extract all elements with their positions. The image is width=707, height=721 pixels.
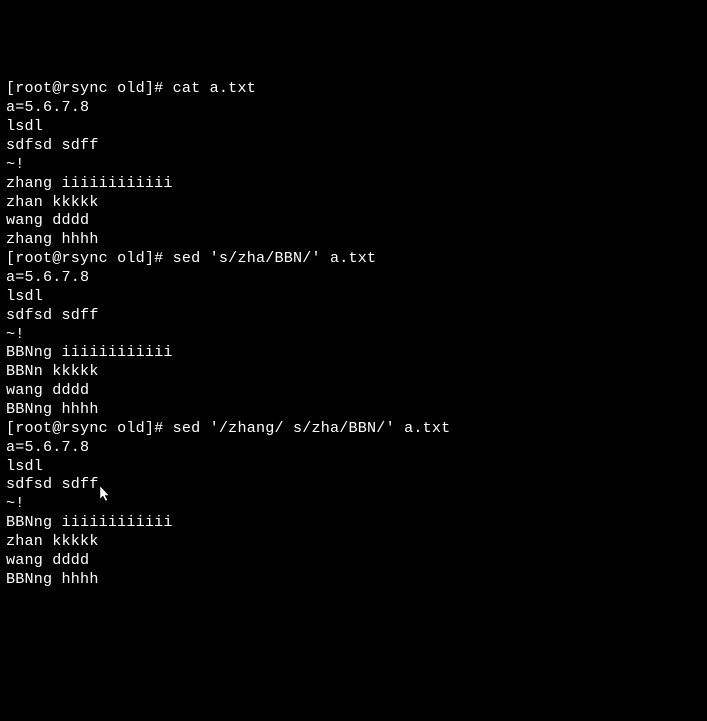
terminal-line: a=5.6.7.8: [6, 268, 701, 287]
terminal-line: [root@rsync old]# sed '/zhang/ s/zha/BBN…: [6, 419, 701, 438]
terminal-line: sdfsd sdff: [6, 475, 701, 494]
terminal-line: BBNng hhhh: [6, 570, 701, 589]
terminal-output[interactable]: [root@rsync old]# cat a.txta=5.6.7.8lsdl…: [6, 79, 701, 588]
terminal-line: sdfsd sdff: [6, 306, 701, 325]
terminal-line: lsdl: [6, 287, 701, 306]
terminal-line: BBNng iiiiiiiiiiii: [6, 343, 701, 362]
terminal-line: BBNng iiiiiiiiiiii: [6, 513, 701, 532]
terminal-line: BBNng hhhh: [6, 400, 701, 419]
terminal-line: wang dddd: [6, 551, 701, 570]
terminal-line: zhan kkkkk: [6, 193, 701, 212]
terminal-line: a=5.6.7.8: [6, 98, 701, 117]
terminal-line: zhan kkkkk: [6, 532, 701, 551]
terminal-line: zhang iiiiiiiiiiii: [6, 174, 701, 193]
terminal-line: wang dddd: [6, 381, 701, 400]
terminal-line: ~!: [6, 325, 701, 344]
terminal-line: sdfsd sdff: [6, 136, 701, 155]
terminal-line: BBNn kkkkk: [6, 362, 701, 381]
terminal-line: ~!: [6, 494, 701, 513]
terminal-line: [root@rsync old]# cat a.txt: [6, 79, 701, 98]
terminal-line: wang dddd: [6, 211, 701, 230]
terminal-line: [root@rsync old]# sed 's/zha/BBN/' a.txt: [6, 249, 701, 268]
terminal-line: ~!: [6, 155, 701, 174]
terminal-line: lsdl: [6, 117, 701, 136]
terminal-line: a=5.6.7.8: [6, 438, 701, 457]
terminal-line: zhang hhhh: [6, 230, 701, 249]
terminal-line: lsdl: [6, 457, 701, 476]
